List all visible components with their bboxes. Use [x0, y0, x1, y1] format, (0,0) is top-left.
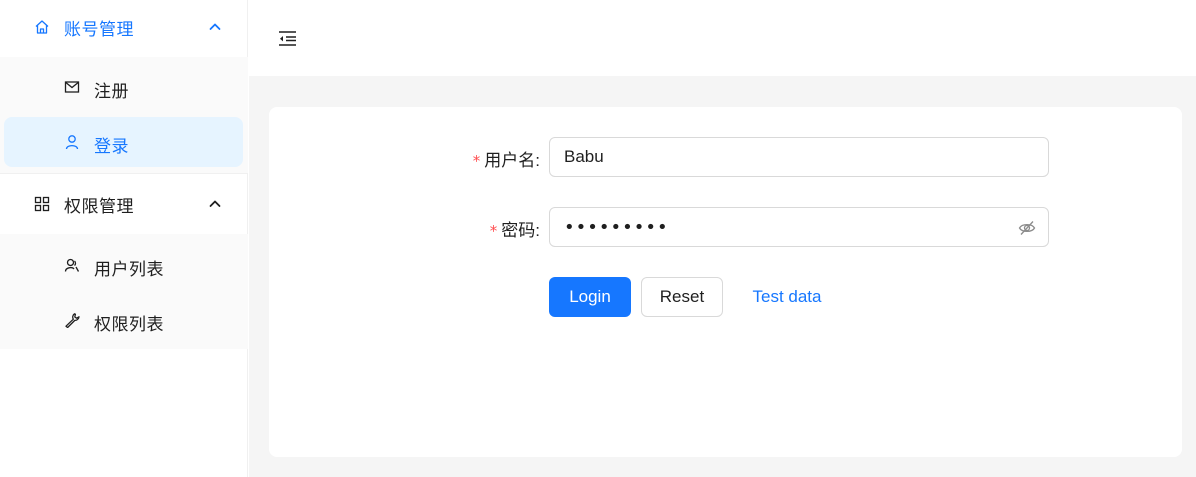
label-colon: : [535, 221, 540, 240]
form-row-username: * 用户名: Babu [269, 137, 1182, 177]
user-icon [65, 135, 79, 150]
username-input[interactable]: Babu [549, 137, 1049, 177]
submenu-permission-management[interactable]: 权限管理 [4, 184, 244, 224]
eye-invisible-icon[interactable] [1018, 219, 1036, 237]
mail-icon [64, 81, 80, 93]
chevron-up-icon[interactable] [208, 197, 222, 211]
appstore-icon [34, 196, 50, 212]
label-colon: : [535, 151, 540, 170]
form-row-password: * 密码: ••••••••• [269, 207, 1182, 247]
app-root: 账号管理 注册 登录 权限管理 用户列表 权限列表 * 用户名: Babu * … [0, 0, 1196, 477]
password-input[interactable]: ••••••••• [549, 207, 1049, 247]
menu-fold-icon[interactable] [277, 28, 299, 48]
menu-item-register[interactable]: 注册 [4, 62, 243, 112]
username-value: Babu [564, 147, 604, 166]
password-masked-value: ••••••••• [564, 216, 669, 238]
menu-item-label: 注册 [94, 82, 129, 101]
password-label-text: 密码 [501, 221, 536, 240]
menu-item-label: 用户列表 [94, 260, 164, 279]
wrench-icon [65, 313, 80, 328]
required-mark: * [472, 152, 481, 170]
password-label: * 密码: [490, 216, 540, 241]
test-data-button[interactable]: Test data [743, 277, 831, 317]
menu-item-user-list[interactable]: 用户列表 [4, 240, 243, 290]
submenu-permission-management-list: 用户列表 权限列表 [0, 234, 248, 349]
menu-item-permission-list[interactable]: 权限列表 [4, 295, 243, 345]
divider [0, 173, 248, 174]
chevron-up-icon[interactable] [208, 20, 222, 34]
home-icon [35, 20, 49, 34]
reset-button[interactable]: Reset [641, 277, 723, 317]
submenu-account-management[interactable]: 账号管理 [4, 7, 244, 47]
required-mark: * [489, 222, 498, 240]
top-header [249, 0, 1196, 76]
submenu-title: 权限管理 [64, 196, 134, 216]
menu-item-login[interactable]: 登录 [4, 117, 243, 167]
submenu-title: 账号管理 [64, 19, 134, 39]
submenu-account-management-list: 注册 登录 [0, 57, 248, 173]
team-icon [64, 258, 80, 272]
login-button[interactable]: Login [549, 277, 631, 317]
menu-item-label: 权限列表 [94, 315, 164, 334]
menu-item-label: 登录 [94, 137, 129, 156]
username-label: * 用户名: [473, 146, 540, 171]
login-form-card: * 用户名: Babu * 密码: ••••••••• Login Reset … [269, 107, 1182, 457]
username-label-text: 用户名 [484, 151, 536, 170]
content-area: * 用户名: Babu * 密码: ••••••••• Login Reset … [249, 76, 1196, 477]
sidebar: 账号管理 注册 登录 权限管理 用户列表 权限列表 [0, 0, 248, 477]
